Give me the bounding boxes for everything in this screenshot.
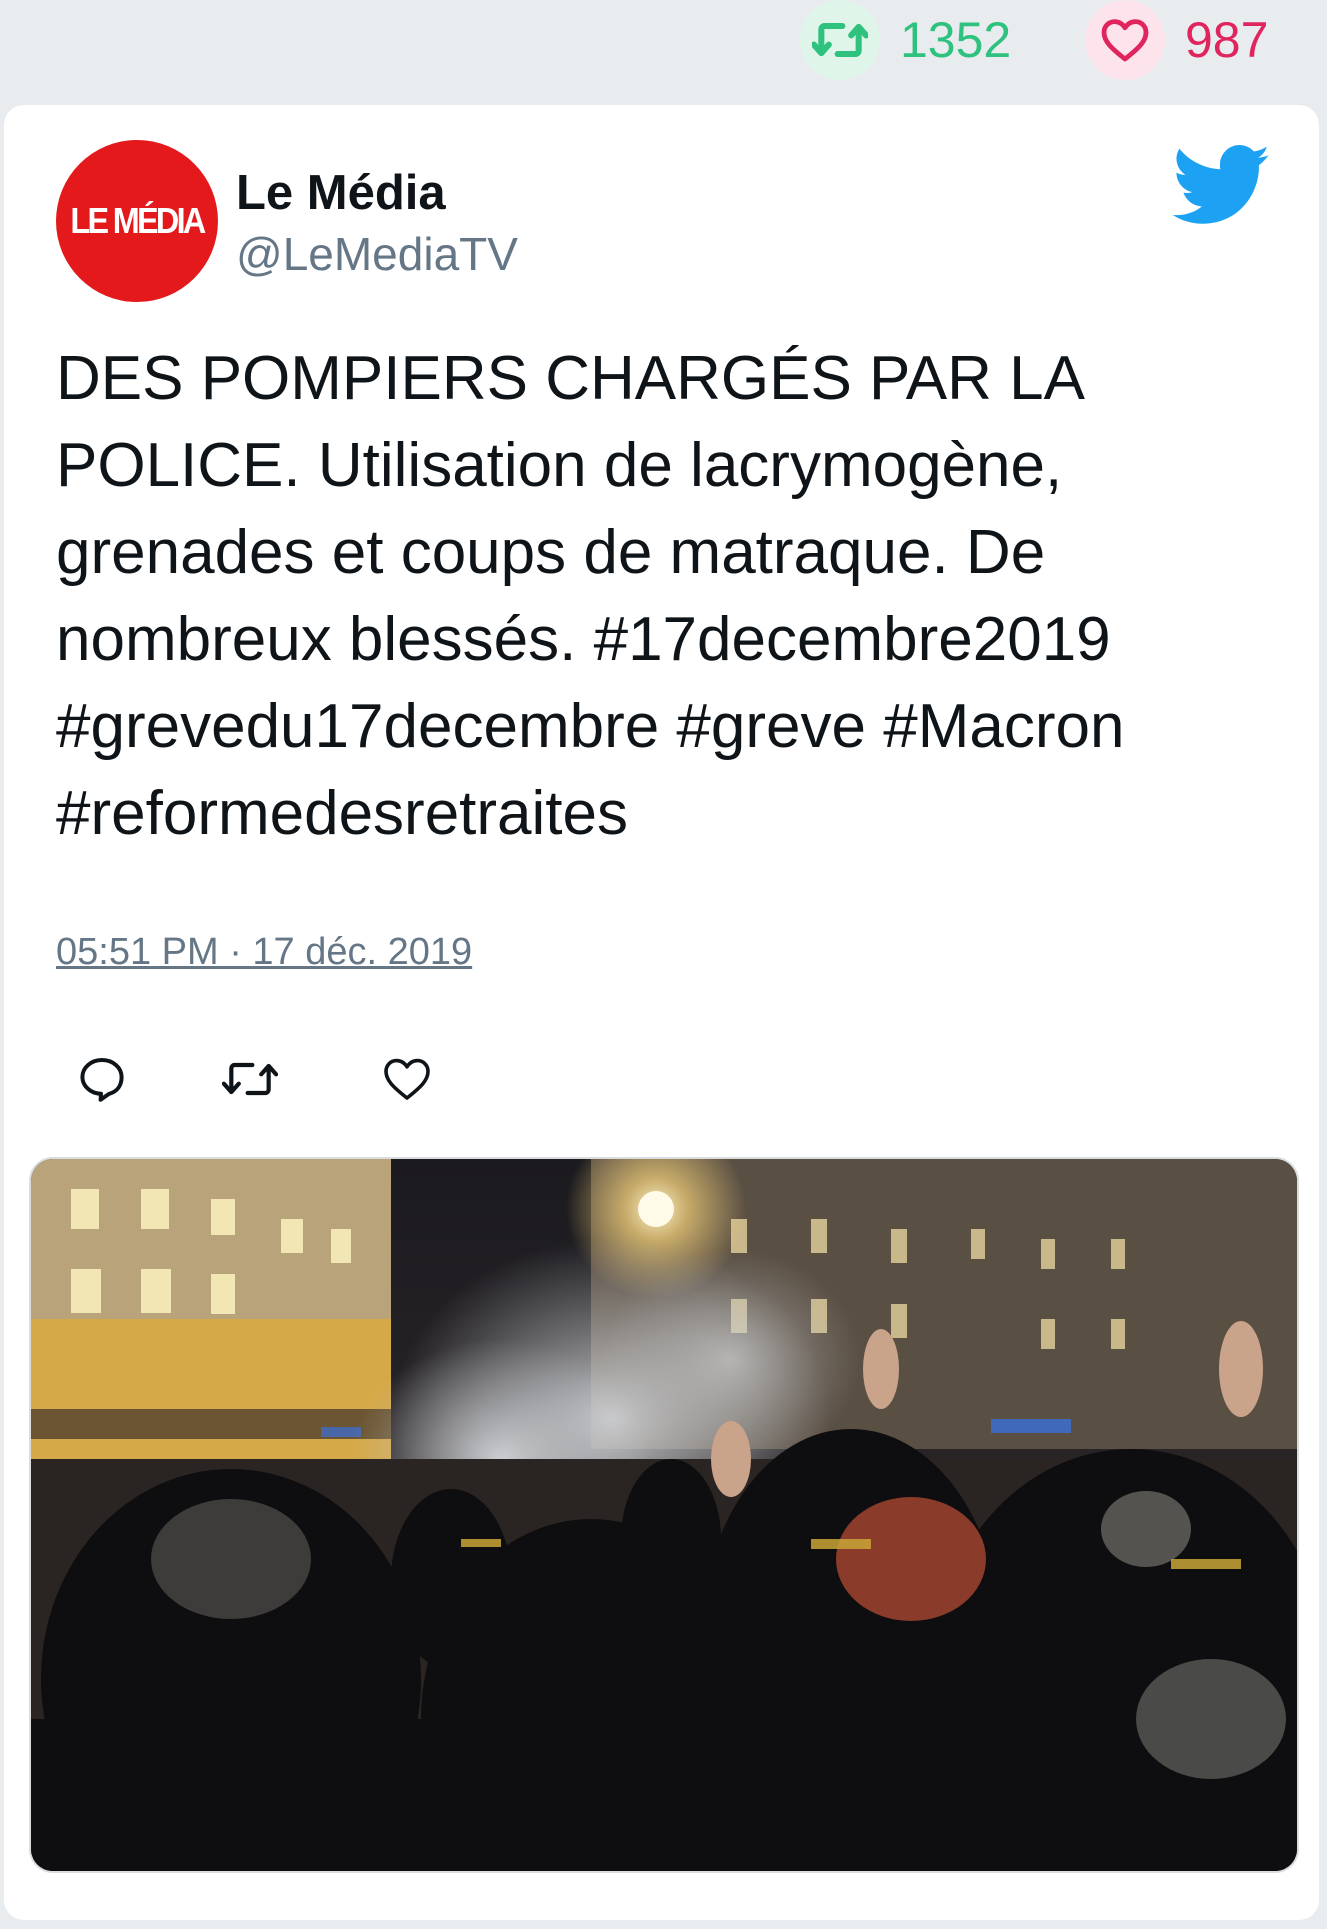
retweet-count: 1352 (900, 12, 1012, 68)
author-name[interactable]: Le Média (236, 165, 446, 221)
avatar[interactable]: LE MÉDIA (56, 140, 218, 302)
retweet-icon[interactable] (800, 0, 880, 80)
tweet-card: LE MÉDIA Le Média @LeMediaTV DES POMPIER… (4, 105, 1319, 1920)
tweet-timestamp[interactable]: 05:51 PM · 17 déc. 2019 (56, 931, 472, 974)
reply-icon[interactable] (74, 1051, 130, 1107)
retweet-icon[interactable] (222, 1051, 278, 1107)
like-count: 987 (1185, 12, 1269, 68)
tweet-text: DES POMPIERS CHARGÉS PAR LA POLICE. Util… (56, 344, 1125, 848)
tweet-media-photo[interactable] (29, 1157, 1299, 1873)
like-stat[interactable]: 987 (1085, 0, 1268, 80)
like-icon[interactable] (379, 1051, 435, 1107)
avatar-logo-text: LE MÉDIA (70, 200, 206, 241)
twitter-bird-icon[interactable] (1172, 145, 1272, 227)
retweet-stat[interactable]: 1352 (800, 0, 1011, 80)
media-photo-scene (31, 1159, 1297, 1871)
heart-icon[interactable] (1085, 0, 1165, 80)
stats-bar: 1352 987 (0, 0, 1327, 105)
author-handle[interactable]: @LeMediaTV (236, 227, 518, 281)
